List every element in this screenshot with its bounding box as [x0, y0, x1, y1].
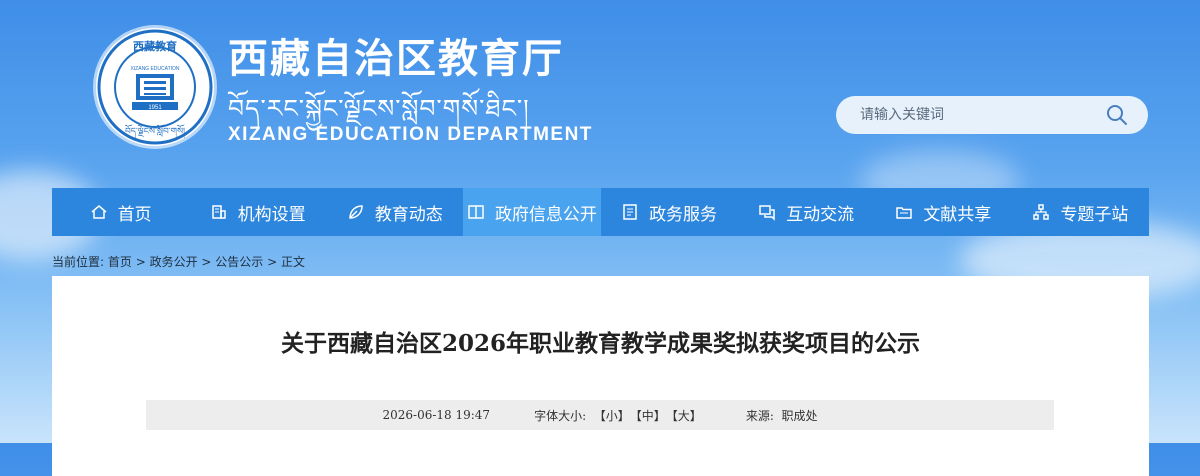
- article-content: 关于西藏自治区2026年职业教育教学成果奖拟获奖项目的公示 2026-06-18…: [52, 276, 1149, 476]
- emblem-top-text: 西藏教育: [133, 39, 177, 53]
- article-source: 职成处: [781, 408, 818, 423]
- breadcrumb-item-gov-affairs[interactable]: 政务公开: [150, 255, 198, 269]
- department-emblem[interactable]: 西藏教育 XIZANG EDUCATION 1951 བོད་ལྗོངས་སློ…: [96, 28, 214, 146]
- sitemap-icon: [1033, 204, 1050, 220]
- nav-item-organization[interactable]: 机构设置: [189, 188, 326, 236]
- site-title-chinese: 西藏自治区教育厅: [228, 36, 564, 82]
- font-size-large-button[interactable]: 【大】: [666, 407, 702, 424]
- nav-item-gov-info-disclosure[interactable]: 政府信息公开: [463, 188, 601, 236]
- main-navigation: 首页 机构设置 教育动态 政府信息公开 政务服务 互动交流 文献共享 专题子站: [52, 188, 1149, 236]
- font-size-medium-button[interactable]: 【中】: [630, 407, 666, 424]
- breadcrumb-item-home[interactable]: 首页: [108, 255, 132, 269]
- book-icon: [468, 205, 484, 219]
- nav-item-label: 首页: [117, 204, 152, 225]
- nav-item-literature-sharing[interactable]: 文献共享: [875, 188, 1012, 236]
- chat-icon: [759, 205, 775, 221]
- article-date: 2026-06-18 19:47: [382, 408, 491, 422]
- search-icon[interactable]: [1106, 104, 1128, 126]
- nav-item-label: 政府信息公开: [494, 204, 597, 225]
- nav-item-label: 机构设置: [237, 204, 306, 225]
- breadcrumb-separator: >: [197, 255, 216, 269]
- folder-icon: [896, 207, 913, 219]
- breadcrumb-separator: >: [131, 255, 150, 269]
- article-meta-bar: 2026-06-18 19:47 字体大小: 【小】 【中】 【大】 来源: 职…: [146, 400, 1054, 430]
- building-icon: [211, 205, 226, 219]
- article-title: 关于西藏自治区2026年职业教育教学成果奖拟获奖项目的公示: [280, 330, 920, 357]
- nav-item-label: 互动交流: [786, 204, 855, 225]
- nav-item-label: 文献共享: [923, 204, 992, 225]
- leaf-icon: [349, 205, 363, 219]
- nav-item-gov-services[interactable]: 政务服务: [601, 188, 738, 236]
- breadcrumb-prefix: 当前位置:: [52, 255, 105, 269]
- nav-item-label: 政务服务: [649, 204, 718, 225]
- breadcrumb-separator: >: [263, 255, 281, 269]
- breadcrumb-item-current: 正文: [280, 255, 305, 269]
- breadcrumb-item-announcements[interactable]: 公告公示: [215, 255, 263, 269]
- breadcrumb: 当前位置: 首页 > 政务公开 > 公告公示 > 正文: [52, 253, 305, 270]
- nav-item-label: 教育动态: [374, 204, 443, 225]
- font-size-label: 字体大小:: [534, 408, 587, 423]
- document-icon: [623, 204, 637, 220]
- site-header: 西藏教育 XIZANG EDUCATION 1951 བོད་ལྗོངས་སློ…: [0, 0, 1200, 186]
- emblem-inner-text: XIZANG EDUCATION: [130, 66, 179, 72]
- emblem-year: 1951: [148, 105, 162, 111]
- search-box: [836, 96, 1148, 134]
- home-icon: [91, 205, 107, 219]
- site-title-english: XIZANG EDUCATION DEPARTMENT: [228, 124, 593, 145]
- nav-item-label: 专题子站: [1060, 204, 1129, 225]
- nav-item-education-news[interactable]: 教育动态: [326, 188, 463, 236]
- font-size-small-button[interactable]: 【小】: [594, 407, 630, 424]
- search-input[interactable]: [858, 106, 1098, 124]
- nav-item-interaction[interactable]: 互动交流: [738, 188, 875, 236]
- nav-item-special-sites[interactable]: 专题子站: [1012, 188, 1149, 236]
- nav-item-home[interactable]: 首页: [52, 188, 189, 236]
- emblem-bottom-text: བོད་ལྗོངས་སློབ་གསོ།: [125, 124, 185, 139]
- emblem-logo-icon: 西藏教育 XIZANG EDUCATION 1951 བོད་ལྗོངས་སློ…: [97, 29, 213, 145]
- source-label: 来源:: [745, 408, 774, 423]
